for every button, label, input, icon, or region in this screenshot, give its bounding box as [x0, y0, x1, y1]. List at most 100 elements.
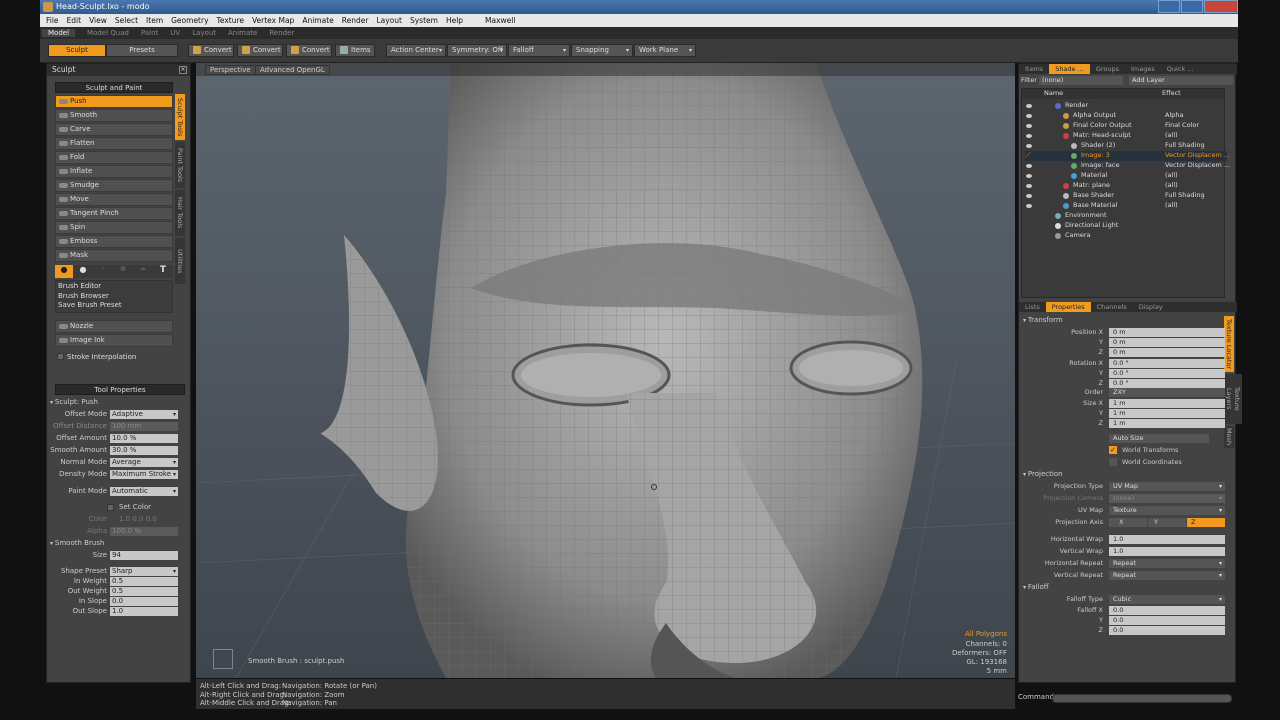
convert-button-1[interactable]: Convert	[188, 44, 234, 57]
transform-section[interactable]: Transform	[1023, 316, 1063, 324]
visibility-eye-icon[interactable]	[1025, 192, 1033, 199]
vertical-wrap-field[interactable]: 1.0	[1109, 547, 1225, 556]
visibility-eye-icon[interactable]	[1025, 202, 1033, 209]
auto-size-button[interactable]: Auto Size	[1109, 434, 1209, 443]
tree-item-shader[interactable]: Shader (2)	[1081, 141, 1115, 149]
menu-help[interactable]: Help	[446, 16, 463, 25]
shape-preset-dropdown[interactable]: Sharp	[110, 567, 178, 576]
paint-mode-dropdown[interactable]: Automatic	[110, 487, 178, 496]
vtab-texture-layers[interactable]: Texture Layers	[1224, 374, 1242, 424]
tool-flatten[interactable]: Flatten	[55, 137, 173, 150]
tool-tangent-pinch[interactable]: Tangent Pinch	[55, 207, 173, 220]
offset-amount-field[interactable]: 10.0 %	[110, 434, 178, 443]
tab-items[interactable]: Items	[1019, 64, 1049, 74]
tree-item-environment[interactable]: Environment	[1065, 211, 1107, 219]
density-mode-dropdown[interactable]: Maximum Stroke	[110, 470, 178, 479]
layout-tab-animate[interactable]: Animate	[228, 29, 257, 37]
out-slope-field[interactable]: 1.0	[110, 607, 178, 616]
projection-section[interactable]: Projection	[1023, 470, 1063, 478]
convert-button-2[interactable]: Convert	[237, 44, 283, 57]
menu-select[interactable]: Select	[115, 16, 138, 25]
visibility-eye-icon[interactable]	[1025, 162, 1033, 169]
close-icon[interactable]: ×	[179, 66, 187, 74]
horizontal-repeat-dropdown[interactable]: Repeat	[1109, 559, 1225, 568]
alpha-field[interactable]: 100.0 %	[110, 527, 178, 536]
sculpt-push-section[interactable]: Sculpt: Push	[50, 398, 98, 406]
layout-tab-model[interactable]: Model	[42, 29, 76, 37]
world-transforms-checkbox[interactable]: ✓	[1109, 446, 1117, 454]
smooth-brush-section[interactable]: Smooth Brush	[50, 539, 104, 547]
perspective-button[interactable]: Perspective	[205, 65, 256, 75]
snapping-dropdown[interactable]: Snapping ▾	[571, 44, 633, 57]
menu-vertex-map[interactable]: Vertex Map	[252, 16, 294, 25]
menu-item[interactable]: Item	[146, 16, 163, 25]
text-brush-icon[interactable]: T	[153, 265, 173, 278]
brush-round-icon[interactable]: ●	[73, 265, 93, 278]
in-slope-field[interactable]: 0.0	[110, 597, 178, 606]
offset-mode-dropdown[interactable]: Adaptive	[110, 410, 178, 419]
tree-item-base-shader[interactable]: Base Shader	[1073, 191, 1114, 199]
nozzle-button[interactable]: Nozzle	[55, 319, 173, 333]
in-weight-field[interactable]: 0.5	[110, 577, 178, 586]
tool-carve[interactable]: Carve	[55, 123, 173, 136]
tool-inflate[interactable]: Inflate	[55, 165, 173, 178]
visibility-eye-icon[interactable]	[1025, 182, 1033, 189]
items-button[interactable]: Items	[335, 44, 375, 57]
set-color-checkbox[interactable]	[107, 504, 114, 511]
tree-item-matr-head-sculpt[interactable]: Matr: Head-sculpt	[1073, 131, 1131, 139]
vtab-sculpt-tools[interactable]: Sculpt Tools	[175, 94, 185, 140]
layout-tab-layout[interactable]: Layout	[192, 29, 216, 37]
size-y-field[interactable]: 1 m	[1109, 409, 1225, 418]
layout-tab-model-quad[interactable]: Model Quad	[87, 29, 129, 37]
vertical-repeat-dropdown[interactable]: Repeat	[1109, 571, 1225, 580]
tree-item-alpha-output[interactable]: Alpha Output	[1073, 111, 1116, 119]
size-x-field[interactable]: 1 m	[1109, 399, 1225, 408]
command-input[interactable]	[1052, 694, 1232, 703]
tree-item-image-3[interactable]: Image: 3	[1081, 151, 1110, 159]
tree-item-base-material[interactable]: Base Material	[1073, 201, 1117, 209]
minimize-button[interactable]	[1158, 0, 1180, 13]
tree-item-final-color-output[interactable]: Final Color Output	[1073, 121, 1132, 129]
tab-properties[interactable]: Properties	[1045, 302, 1091, 312]
out-weight-field[interactable]: 0.5	[110, 587, 178, 596]
uv-map-dropdown[interactable]: Texture	[1109, 506, 1225, 515]
filter-dropdown[interactable]: (none)	[1039, 76, 1123, 85]
tool-smooth[interactable]: Smooth	[55, 109, 173, 122]
work-plane-dropdown[interactable]: Work Plane ▾	[634, 44, 696, 57]
brush-star-icon[interactable]: ✲	[113, 265, 133, 278]
tool-smudge[interactable]: Smudge	[55, 179, 173, 192]
3d-viewport[interactable]: Perspective Advanced OpenGL Smooth Brush…	[196, 63, 1015, 678]
convert-button-3[interactable]: Convert	[286, 44, 332, 57]
layout-tab-uv[interactable]: UV	[170, 29, 180, 37]
tool-emboss[interactable]: Emboss	[55, 235, 173, 248]
close-button[interactable]	[1204, 0, 1238, 13]
vtab-texture-locator[interactable]: Texture Locator	[1224, 316, 1234, 372]
falloff-y-field[interactable]: 0.0	[1109, 616, 1225, 625]
rotation-z-field[interactable]: 0.0 °	[1109, 379, 1225, 388]
maximize-button[interactable]	[1181, 0, 1203, 13]
visibility-eye-icon[interactable]	[1025, 102, 1033, 109]
rotation-x-field[interactable]: 0.0 °	[1109, 359, 1225, 368]
falloff-x-field[interactable]: 0.0	[1109, 606, 1225, 615]
tab-channels[interactable]: Channels	[1091, 302, 1133, 312]
falloff-type-dropdown[interactable]: Cubic	[1109, 595, 1225, 604]
vtab-mesh[interactable]: Mesh	[1224, 426, 1234, 448]
tool-fold[interactable]: Fold	[55, 151, 173, 164]
image-ink-button[interactable]: Image Ink	[55, 333, 173, 347]
visibility-eye-icon[interactable]	[1025, 112, 1033, 119]
tab-shader-tree[interactable]: Shade ...	[1049, 64, 1090, 74]
menu-animate[interactable]: Animate	[302, 16, 333, 25]
visibility-eye-icon[interactable]	[1025, 132, 1033, 139]
stroke-interpolation-checkbox[interactable]: Stroke Interpolation	[55, 353, 173, 361]
visibility-eye-icon[interactable]	[1025, 142, 1033, 149]
advanced-opengl-button[interactable]: Advanced OpenGL	[255, 65, 330, 75]
tab-display[interactable]: Display	[1133, 302, 1169, 312]
order-dropdown[interactable]: ZXY	[1109, 388, 1225, 397]
menu-render[interactable]: Render	[342, 16, 369, 25]
horizontal-wrap-field[interactable]: 1.0	[1109, 535, 1225, 544]
projection-camera-dropdown[interactable]: (none)	[1109, 494, 1225, 503]
menu-system[interactable]: System	[410, 16, 438, 25]
projection-type-dropdown[interactable]: UV Map	[1109, 482, 1225, 491]
presets-button[interactable]: Presets	[106, 44, 178, 57]
color-values[interactable]: 1.0 0.0 0.0	[119, 515, 157, 523]
